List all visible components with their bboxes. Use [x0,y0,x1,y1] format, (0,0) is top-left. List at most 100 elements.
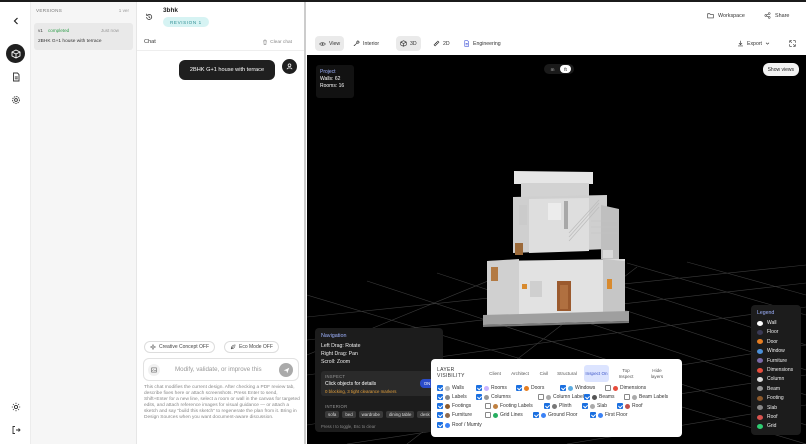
layer-toggle-footing-labels[interactable]: Footing Labels [485,403,533,409]
preset-architect[interactable]: Architect [509,365,531,382]
preset-structural[interactable]: Structural [555,365,579,382]
layer-color-dot [484,385,489,391]
layer-toggle-footings[interactable]: Footings [437,403,471,409]
preset-client[interactable]: Client [487,365,503,382]
checkbox[interactable] [538,394,544,400]
checkbox[interactable] [617,403,623,409]
image-icon [151,367,157,373]
export-dropdown[interactable]: Export [733,36,774,51]
checkbox[interactable] [437,394,443,400]
3d-viewport[interactable]: Project Walls: 62 Rooms: 16 m ft Show vi… [307,55,806,444]
legend-title: Legend [757,310,775,316]
ruler-icon [433,40,440,47]
checkbox[interactable] [544,403,550,409]
legend-item-furniture: Furniture [757,358,787,364]
layer-toggle-doors[interactable]: Doors [516,385,544,391]
checkbox[interactable] [437,403,443,409]
rail-preferences-button[interactable] [6,397,25,416]
chat-input[interactable]: Modify, validate, or improve this [175,366,262,373]
legend-swatch [757,414,763,420]
history-icon[interactable] [145,13,153,21]
layer-toggle-grid-lines[interactable]: Grid Lines [485,412,523,418]
rail-documents-button[interactable] [6,67,25,86]
checkbox[interactable] [516,385,522,391]
checkbox[interactable] [437,422,443,428]
layer-toggle-beams[interactable]: Beams [584,394,615,400]
leaf-icon [230,344,236,350]
layer-toggle-column-labels[interactable]: Column Labels [538,394,586,400]
layer-color-dot [493,403,498,409]
legend-item-window: Window [757,348,785,354]
send-icon [283,367,289,373]
checkbox[interactable] [582,403,588,409]
version-number: v1 [38,28,43,33]
checkbox[interactable] [533,412,539,418]
preset-inspect-on[interactable]: Inspect On [584,365,609,382]
logout-button[interactable] [6,420,25,439]
rail-3d-model-button[interactable] [6,44,25,63]
legend-swatch [757,423,763,429]
preset-top-inspect[interactable]: Top Inspect [616,365,636,382]
chevron-left-icon [13,17,18,24]
engineering-mode-button[interactable]: Engineering [459,36,505,51]
checkbox[interactable] [624,394,630,400]
layer-toggle-plinth[interactable]: Plinth [544,403,572,409]
version-card[interactable]: v1 completed Just now 2BHK G+1 house wit… [34,23,133,50]
back-button[interactable] [6,11,25,30]
layer-toggle-first-floor[interactable]: First Floor [590,412,628,418]
attach-image-button[interactable] [148,364,160,376]
fullscreen-button[interactable] [785,36,800,51]
interior-chip[interactable]: wardrobe [358,411,383,418]
layer-toggle-slab[interactable]: Slab [582,403,607,409]
send-button[interactable] [279,363,293,377]
layer-toggle-walls[interactable]: Walls [437,385,464,391]
layer-toggle-roof[interactable]: Roof [617,403,643,409]
checkbox[interactable] [485,403,491,409]
checkbox[interactable] [560,385,566,391]
3d-mode-button[interactable]: 3D [396,36,421,51]
layer-label: Rooms [491,385,507,391]
clear-chat-button[interactable]: Clear chat [262,39,292,45]
checkbox[interactable] [485,412,491,418]
share-button[interactable]: Share [764,12,789,19]
2d-mode-button[interactable]: 2D [429,36,454,51]
checkbox[interactable] [584,394,590,400]
layer-toggle-labels[interactable]: Labels [437,394,467,400]
cube-icon [400,40,407,47]
checkbox[interactable] [605,385,611,391]
legend-swatch [757,320,763,326]
unit-feet[interactable]: ft [560,65,571,73]
layer-toggle-ground-floor[interactable]: Ground Floor [533,412,577,418]
checkbox[interactable] [437,412,443,418]
layer-toggle-furniture[interactable]: Furniture [437,412,472,418]
unit-meters[interactable]: m [547,65,558,73]
checkbox[interactable] [476,385,482,391]
checkbox[interactable] [476,394,482,400]
layer-toggle-roof-mumty[interactable]: Roof / Mumty [437,422,482,428]
layer-toggle-dimensions[interactable]: Dimensions [605,385,646,391]
legend-swatch [757,358,763,364]
view-mode-button[interactable]: View [315,36,345,51]
interior-chip[interactable]: sofa [325,411,340,418]
interior-chip[interactable]: bed [342,411,356,418]
building-model[interactable] [483,171,629,327]
interior-mode-button[interactable]: Interior [349,36,383,51]
show-views-button[interactable]: Show views [762,63,799,76]
rail-settings-button[interactable] [6,90,25,109]
checkbox[interactable] [437,385,443,391]
preset-hide-layers[interactable]: Hide layers [646,365,668,382]
walls-count: Walls: 62 [320,76,341,82]
layer-toggle-beam-labels[interactable]: Beam Labels [624,394,668,400]
eco-mode-toggle[interactable]: Eco Mode OFF [224,341,279,353]
layer-toggle-rooms[interactable]: Rooms [476,385,507,391]
workspace-button[interactable]: Workspace [707,12,745,19]
layer-toggle-columns[interactable]: Columns [476,394,511,400]
nav-scroll: Scroll: Zoom [321,359,351,365]
layer-toggle-windows[interactable]: Windows [560,385,595,391]
brush-icon [353,40,360,46]
unit-toggle[interactable]: m ft [544,64,574,74]
checkbox[interactable] [590,412,596,418]
creative-concept-toggle[interactable]: Creative Concept OFF [144,341,216,353]
interior-chip[interactable]: dining table [385,411,415,418]
preset-civil[interactable]: Civil [537,365,551,382]
